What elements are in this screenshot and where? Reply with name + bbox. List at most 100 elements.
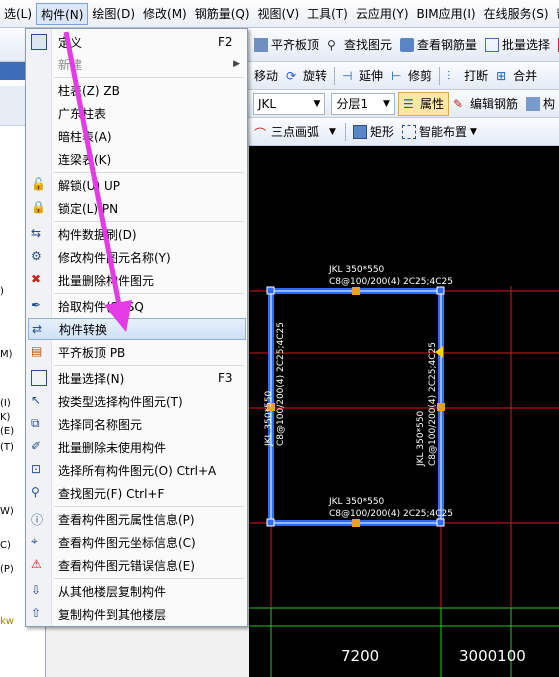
menu-item-select-all[interactable]: ⊡ 选择所有构件图元(O) Ctrl+A: [28, 459, 246, 481]
menu-item-select-same-name[interactable]: ⧉ 选择同名称图元: [28, 413, 246, 435]
menu-item-view-coordinates[interactable]: ⌖ 查看构件图元坐标信息(C): [28, 531, 246, 553]
menu-draw[interactable]: 绘图(D): [88, 3, 139, 25]
extend-icon: ⊣: [342, 68, 353, 83]
menu-rebar-quantity[interactable]: 钢筋量(Q): [191, 3, 254, 25]
menu-item-flat-board-top[interactable]: ▤ 平齐板顶 PB: [28, 341, 246, 363]
menu-item-label: 选择所有构件图元(O) Ctrl+A: [58, 463, 217, 478]
parts-button[interactable]: 构: [522, 92, 559, 116]
beam-left-label-rebar: C8@100/200(4) 2C25;4C25: [276, 322, 286, 446]
menu-item-label: 连梁表(K): [58, 152, 112, 167]
chevron-down-icon[interactable]: ▼: [329, 127, 336, 137]
menu-component[interactable]: 构件(N): [36, 2, 89, 25]
beam-top-label-rebar: C8@100/200(4) 2C25;4C25: [329, 277, 453, 287]
menu-item-shortcut: F2: [218, 35, 233, 49]
menu-cloud[interactable]: 云应用(Y): [352, 3, 413, 25]
menu-item-new[interactable]: 新建 ▶: [28, 53, 246, 75]
break-button[interactable]: ⫶ 打断: [443, 64, 492, 88]
menu-item-coupling-beam-table[interactable]: 连梁表(K): [28, 148, 246, 170]
flat-board-top-button[interactable]: 平齐板顶: [250, 33, 323, 57]
move-label: 移动: [254, 69, 279, 83]
menu-item-label: 查看构件图元坐标信息(C): [58, 535, 196, 550]
properties-button[interactable]: ☰ 属性: [397, 91, 449, 116]
batch-delete-icon: ✖: [31, 272, 42, 286]
trim-label: 修剪: [408, 69, 433, 83]
menu-item-batch-select[interactable]: 批量选择(N) F3: [28, 367, 246, 389]
menu-item-label: 按类型选择构件图元(T): [58, 394, 183, 409]
smart-place-button[interactable]: 智能布置 ▼: [398, 120, 481, 144]
beam-top-label-name: JKL 350*550: [328, 265, 385, 275]
menu-view[interactable]: 视图(V): [254, 3, 304, 25]
corner-grip[interactable]: [436, 286, 445, 295]
menu-item-find-element[interactable]: ⚲ 查找图元(F) Ctrl+F: [28, 482, 246, 504]
menu-select[interactable]: 选(L): [0, 3, 36, 25]
menu-item-label: 批量删除未使用构件: [58, 440, 167, 455]
panel-fragment: ): [0, 286, 4, 297]
menu-tools[interactable]: 工具(T): [303, 3, 352, 25]
menu-item-column-table[interactable]: 柱表(Z) ZB: [28, 79, 246, 101]
rectangle-button[interactable]: 矩形: [349, 120, 398, 144]
menu-item-select-by-type[interactable]: ↖ 按类型选择构件图元(T): [28, 390, 246, 412]
drawing-canvas[interactable]: JKL 350*550 C8@100/200(4) 2C25;4C25 JKL …: [249, 146, 559, 677]
smart-place-label: 智能布置: [418, 125, 467, 139]
grip-handle[interactable]: [352, 287, 360, 295]
component-type-value: JKL: [258, 96, 277, 111]
menu-item-component-convert[interactable]: ⇄ 构件转换: [28, 318, 246, 340]
corner-grip[interactable]: [436, 518, 445, 527]
menu-item-data-brush[interactable]: ⇆ 构件数据刷(D): [28, 223, 246, 245]
menu-item-label: 构件数据刷(D): [58, 227, 137, 242]
corner-grip[interactable]: [266, 286, 275, 295]
toolbar-separator: [334, 66, 336, 85]
panel-fragment: M): [0, 349, 13, 360]
move-button[interactable]: 移动: [250, 64, 282, 88]
find-element-button[interactable]: ⚲ 查找图元: [323, 33, 396, 57]
rectangle-label: 矩形: [369, 125, 394, 139]
menu-bim[interactable]: BIM应用(I): [413, 3, 480, 25]
trim-button[interactable]: ⊢ 修剪: [387, 64, 436, 88]
menu-item-unlock[interactable]: 🔓 解锁(U) UP: [28, 174, 246, 196]
menu-item-define[interactable]: 定义 F2: [28, 31, 246, 53]
menu-item-view-errors[interactable]: ⚠ 查看构件图元错误信息(E): [28, 554, 246, 576]
panel-fragment: (T): [0, 442, 14, 453]
grip-handle[interactable]: [352, 519, 360, 527]
menu-online[interactable]: 在线服务(S): [480, 3, 553, 25]
info-properties-icon: ⓘ: [31, 513, 44, 527]
properties-icon: ☰: [402, 96, 414, 111]
layer-value: 分层1: [336, 97, 369, 111]
three-point-arc-button[interactable]: ⌒ 三点画弧: [250, 120, 323, 144]
menu-modify[interactable]: 修改(M): [139, 3, 191, 25]
menu-item-pick-component[interactable]: ✒ 拾取构件(S) SQ: [28, 295, 246, 317]
component-type-select[interactable]: JKL ▼: [253, 92, 326, 115]
menu-bar: 选(L) 构件(N) 绘图(D) 修改(M) 钢筋量(Q) 视图(V) 工具(T…: [0, 0, 559, 28]
corner-grips: [266, 286, 445, 527]
menu-item-copy-from-floor[interactable]: ⇩ 从其他楼层复制构件: [28, 580, 246, 602]
break-icon: ⫶: [447, 68, 451, 83]
layer-select[interactable]: 分层1 ▼: [331, 92, 395, 115]
grip-handle[interactable]: [437, 403, 445, 411]
beam-left-label-name: JKL 350*550: [264, 390, 274, 447]
axis-grid-lines: [249, 286, 559, 677]
flat-top-icon: [254, 37, 268, 52]
define-icon: [31, 34, 47, 50]
menu-item-lock[interactable]: 🔒 锁定(L) PN: [28, 197, 246, 219]
menu-divider: [54, 221, 244, 222]
menu-item-batch-delete-elements[interactable]: ✖ 批量删除构件图元: [28, 269, 246, 291]
extend-button[interactable]: ⊣ 延伸: [338, 64, 387, 88]
corner-grip[interactable]: [266, 518, 275, 527]
rotate-button[interactable]: ⟳ 旋转: [282, 64, 331, 88]
menu-item-guangdong-column-table[interactable]: 广东柱表: [28, 102, 246, 124]
menu-item-hidden-column-table[interactable]: 暗柱表(A): [28, 125, 246, 147]
menu-item-view-properties[interactable]: ⓘ 查看构件图元属性信息(P): [28, 508, 246, 530]
delete-unused-icon: ✐: [31, 439, 42, 453]
beam-rectangle[interactable]: [268, 288, 444, 526]
batch-select-button[interactable]: 批量选择: [481, 33, 554, 57]
menu-help[interactable]: 帮: [553, 3, 559, 25]
menu-item-copy-to-floor[interactable]: ⇧ 复制构件到其他楼层: [28, 603, 246, 625]
menu-item-rename-element[interactable]: ⚙ 修改构件图元名称(Y): [28, 246, 246, 268]
edit-rebar-button[interactable]: ✎ 编辑钢筋: [449, 92, 522, 116]
view-rebar-label: 查看钢筋量: [417, 38, 478, 52]
rebar-3d-button[interactable]: 钢: [554, 33, 559, 57]
flat-top-icon: ▤: [31, 344, 43, 358]
menu-item-delete-unused[interactable]: ✐ 批量删除未使用构件: [28, 436, 246, 458]
view-rebar-button[interactable]: 查看钢筋量: [396, 33, 481, 57]
merge-button[interactable]: ⊞ 合并: [492, 64, 541, 88]
